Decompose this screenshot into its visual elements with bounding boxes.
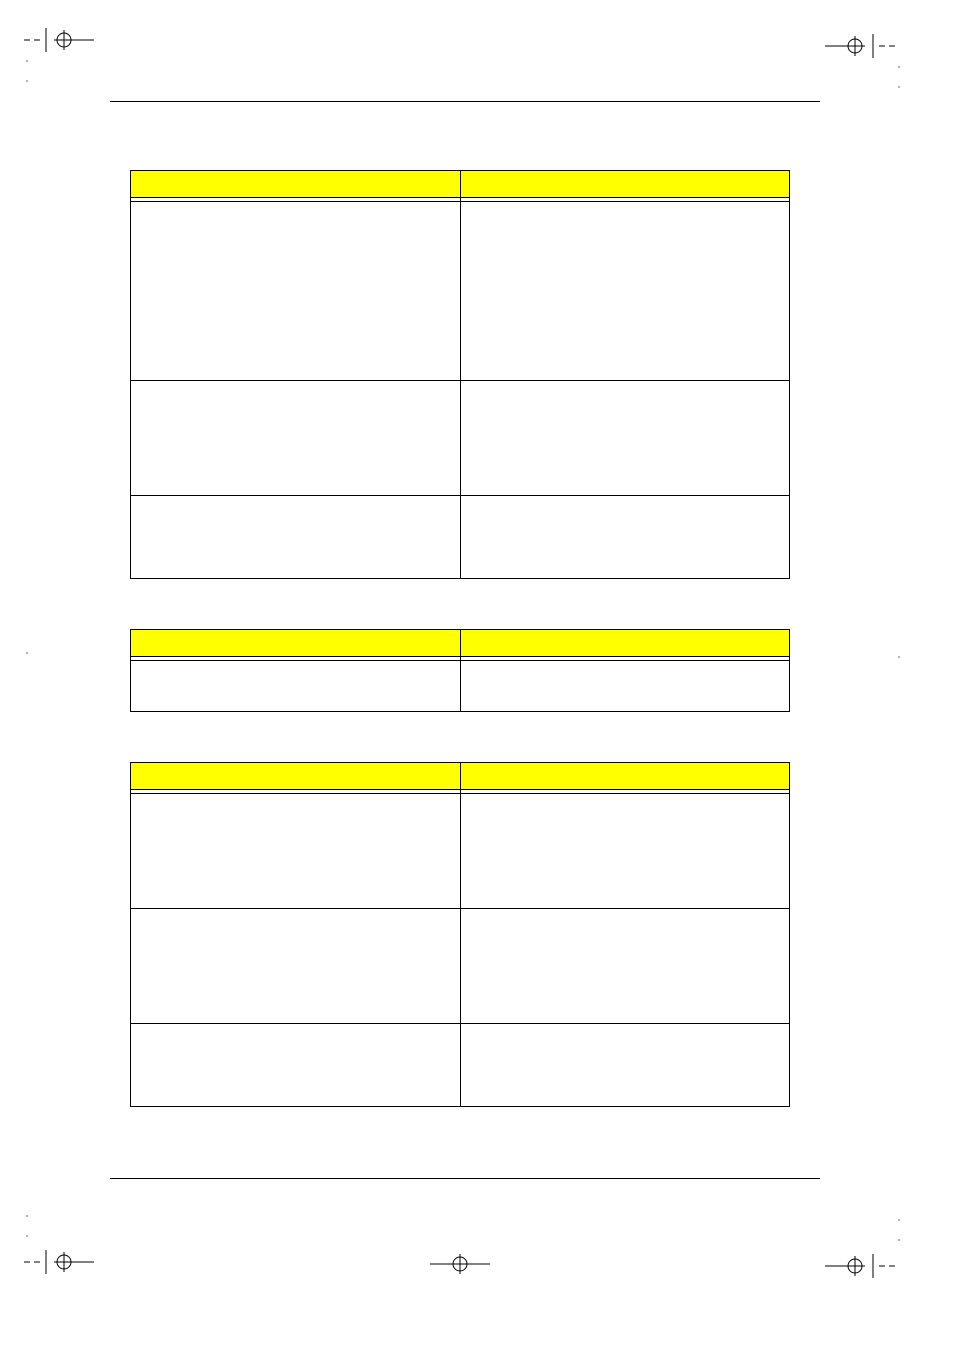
- table-1-cell: [460, 381, 790, 496]
- crop-mark-top-left-icon: [24, 28, 94, 52]
- table-2-cell: [131, 661, 461, 712]
- table-1-header-1: [131, 171, 461, 198]
- table-1-cell: [131, 202, 461, 381]
- page-header-rule: [110, 101, 820, 102]
- table-1-header-2: [460, 171, 790, 198]
- table-2-cell: [460, 661, 790, 712]
- table-3-cell: [131, 1024, 461, 1107]
- table-1: [130, 170, 790, 579]
- table-row: [131, 1024, 790, 1107]
- table-row: [131, 794, 790, 909]
- table-row: [131, 661, 790, 712]
- page-content: [130, 170, 790, 1107]
- table-3-cell: [131, 909, 461, 1024]
- table-3-header-1: [131, 763, 461, 790]
- table-row: [131, 202, 790, 381]
- crop-mark-bottom-left-icon: [24, 1250, 94, 1274]
- page-footer-rule: [110, 1178, 820, 1179]
- table-1-cell: [460, 496, 790, 579]
- table-1-cell: [131, 496, 461, 579]
- table-3-cell: [460, 794, 790, 909]
- table-3-cell: [460, 909, 790, 1024]
- table-row: [131, 381, 790, 496]
- table-1-cell: [460, 202, 790, 381]
- crop-mark-bottom-right-icon: [825, 1254, 905, 1278]
- table-row: [131, 909, 790, 1024]
- table-1-cell: [131, 381, 461, 496]
- table-row: [131, 496, 790, 579]
- table-3-cell: [131, 794, 461, 909]
- table-2-header-1: [131, 630, 461, 657]
- table-3-cell: [460, 1024, 790, 1107]
- table-3: [130, 762, 790, 1107]
- table-2: [130, 629, 790, 712]
- table-2-header-2: [460, 630, 790, 657]
- crop-mark-top-right-icon: [825, 34, 905, 58]
- table-3-header-2: [460, 763, 790, 790]
- crop-mark-bottom-center-icon: [430, 1252, 490, 1276]
